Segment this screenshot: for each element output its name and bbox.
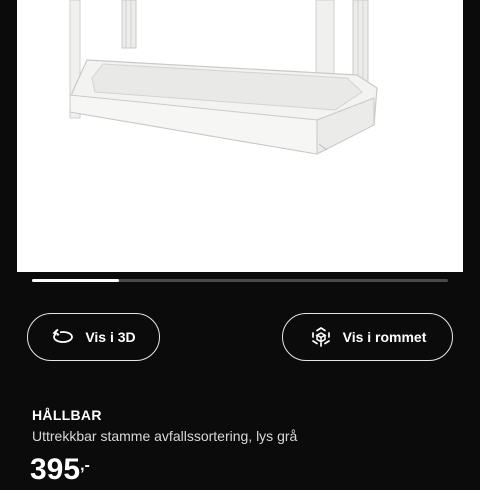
product-price: 395,- xyxy=(30,450,90,490)
gallery-progress-bar[interactable] xyxy=(32,279,448,282)
view-in-room-button[interactable]: Vis i rommet xyxy=(282,313,453,361)
ar-room-icon xyxy=(309,325,333,349)
price-suffix: ,- xyxy=(80,457,90,474)
product-description: Uttrekkbar stamme avfallssortering, lys … xyxy=(32,428,298,444)
view-3d-label: Vis i 3D xyxy=(85,329,136,345)
product-name[interactable]: HÅLLBAR xyxy=(32,407,102,423)
price-main: 395 xyxy=(30,453,81,486)
rotate-3d-icon xyxy=(51,325,75,349)
view-3d-button[interactable]: Vis i 3D xyxy=(27,313,160,361)
gallery-progress-fill xyxy=(32,279,120,282)
view-in-room-label: Vis i rommet xyxy=(342,329,427,345)
product-image[interactable] xyxy=(17,0,463,272)
